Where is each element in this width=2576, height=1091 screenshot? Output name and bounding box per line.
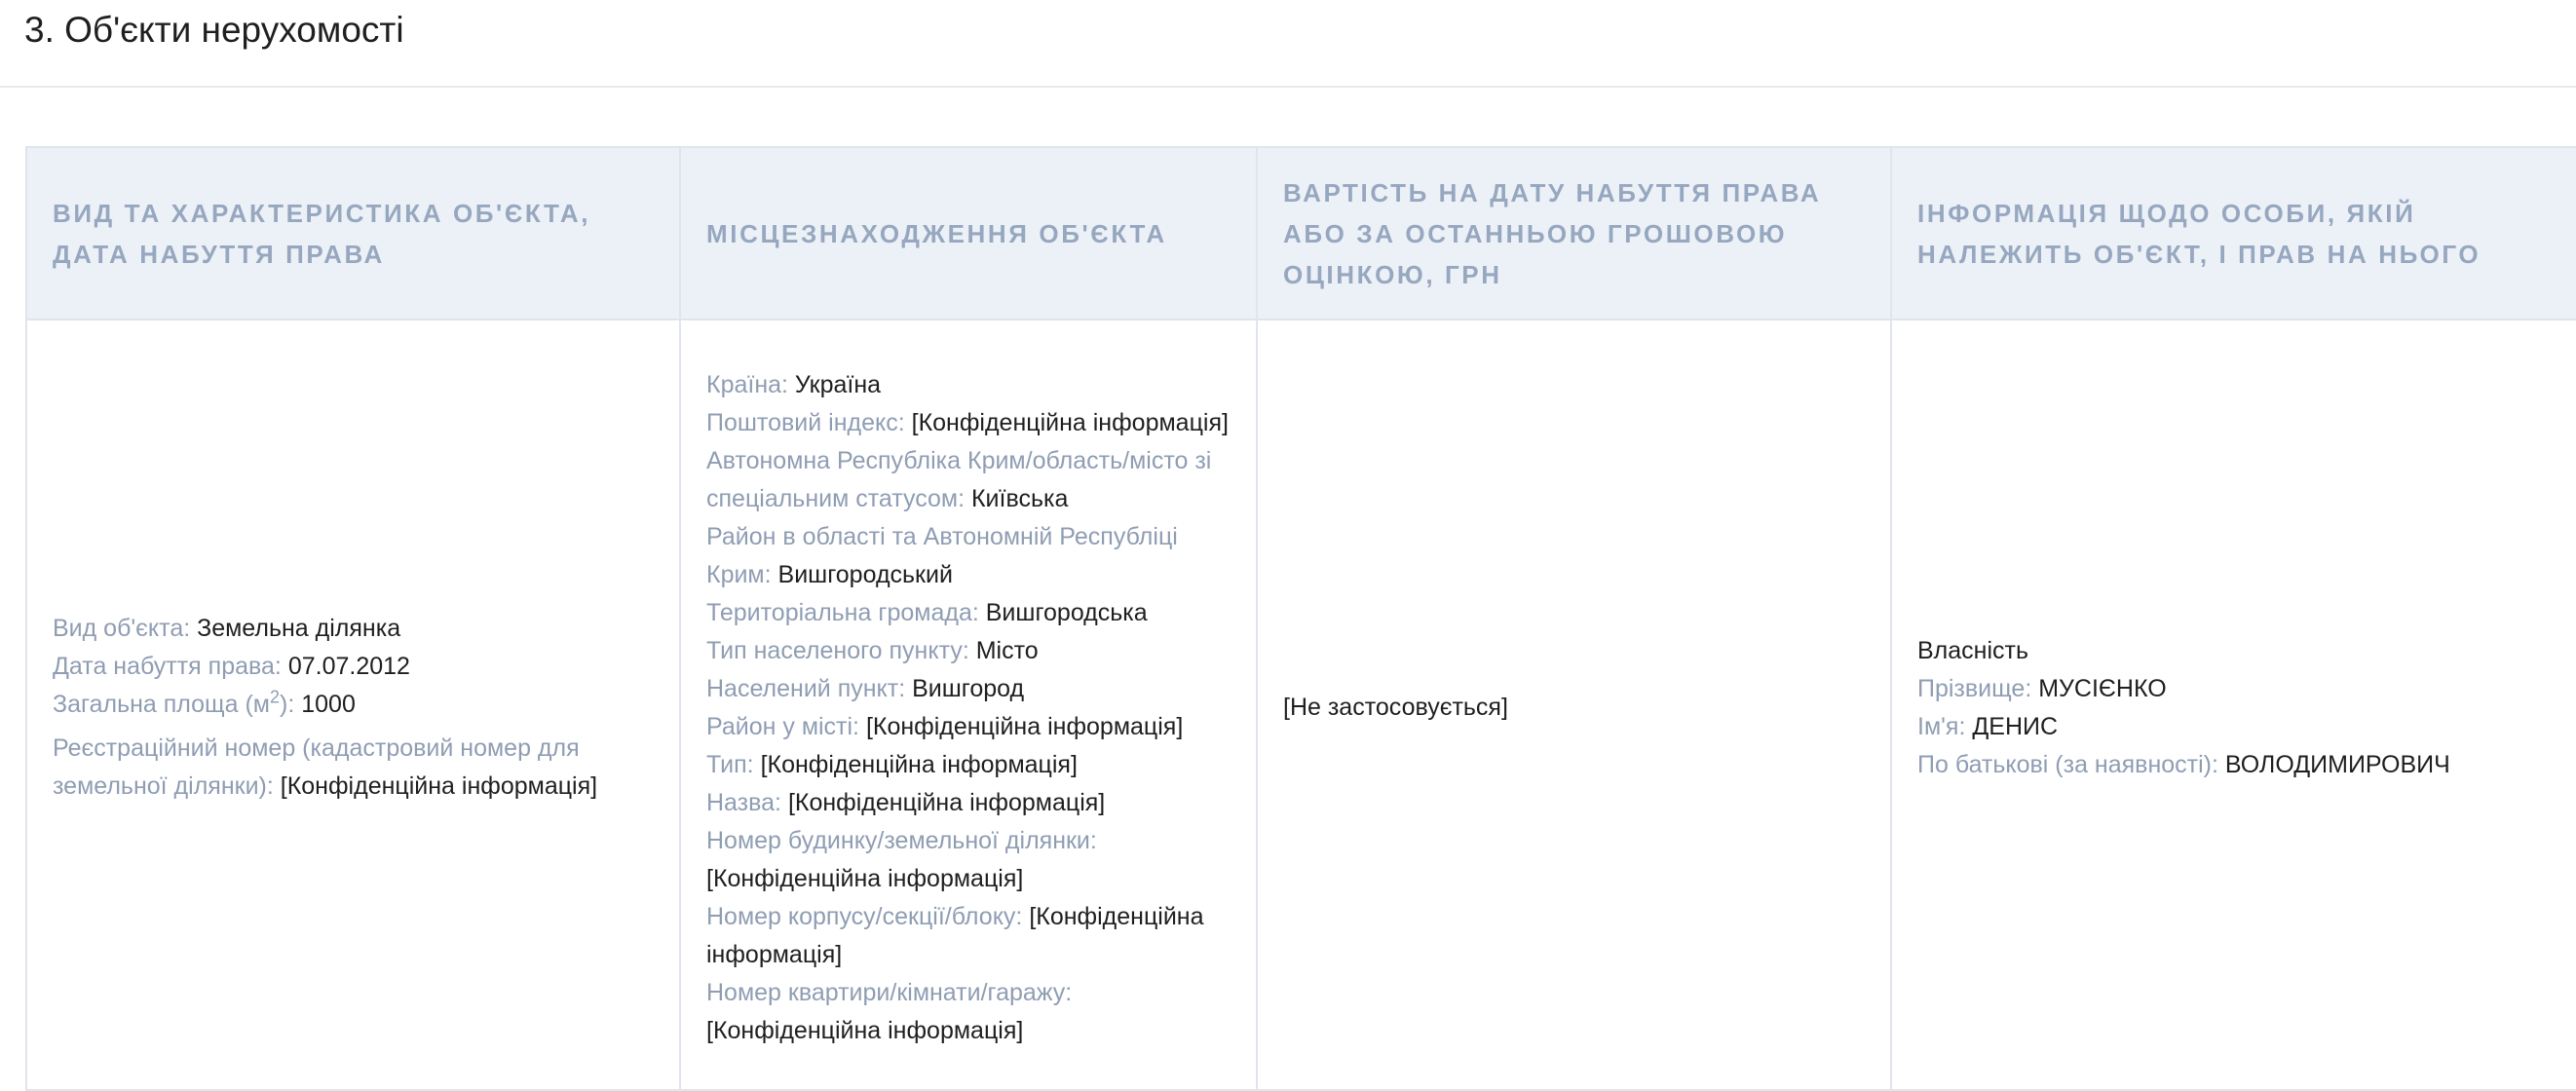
cell-location: Країна: Україна Поштовий індекс: [Конфід…: [679, 319, 1258, 1091]
owner-name: Ім'я: ДЕНИС: [1917, 712, 2059, 740]
ownership-right: Власність: [1917, 636, 2029, 664]
header-value: ВАРТІСТЬ НА ДАТУ НАБУТТЯ ПРАВА АБО ЗА ОС…: [1256, 146, 1892, 320]
location-building-number: Номер будинку/земельної ділянки: [Конфід…: [706, 826, 1097, 892]
location-block-number: Номер корпусу/секції/блоку: [Конфіденцій…: [706, 902, 1204, 968]
acquisition-date: Дата набуття права: 07.07.2012: [53, 648, 654, 686]
object-type: Вид об'єкта: Земельна ділянка: [53, 610, 654, 648]
cell-owner: Власність Прізвище: МУСІЄНКО Ім'я: ДЕНИС…: [1890, 319, 2576, 1091]
table-row: Вид об'єкта: Земельна ділянка Дата набут…: [25, 319, 2576, 1091]
owner-surname: Прізвище: МУСІЄНКО: [1917, 674, 2167, 702]
acquisition-date-value: 07.07.2012: [287, 653, 410, 680]
header-object-type: ВИД ТА ХАРАКТЕРИСТИКА ОБ'ЄКТА, ДАТА НАБУ…: [25, 146, 681, 320]
location-street-name: Назва: [Конфіденційна інформація]: [706, 788, 1106, 816]
total-area: Загальна площа (м2): 1000: [53, 686, 654, 724]
owner-patronymic: По батькові (за наявності): ВОЛОДИМИРОВИ…: [1917, 750, 2450, 778]
acquisition-date-label: Дата набуття права:: [53, 653, 288, 680]
cell-object: Вид об'єкта: Земельна ділянка Дата набут…: [25, 319, 681, 1091]
location-apartment-number: Номер квартири/кімнати/гаражу: [Конфіден…: [706, 978, 1073, 1044]
location-street-type: Тип: [Конфіденційна інформація]: [706, 750, 1078, 778]
location-city-district: Район у місті: [Конфіденційна інформація…: [706, 712, 1184, 740]
total-area-value: 1000: [301, 691, 356, 718]
value-not-applicable: [Не застосовується]: [1283, 694, 1508, 721]
total-area-label: Загальна площа (м2):: [53, 687, 302, 718]
object-type-value: Земельна ділянка: [197, 615, 401, 642]
registration-number-value: [Конфіденційна інформація]: [280, 772, 598, 800]
registration-number: Реєстраційний номер (кадастровий номер д…: [53, 730, 654, 806]
location-region: Автономна Республіка Крим/область/місто …: [706, 446, 1212, 512]
header-location: МІСЦЕЗНАХОДЖЕННЯ ОБ'ЄКТА: [679, 146, 1258, 320]
cell-value: [Не застосовується]: [1256, 319, 1892, 1091]
table-header-row: ВИД ТА ХАРАКТЕРИСТИКА ОБ'ЄКТА, ДАТА НАБУ…: [25, 146, 2576, 320]
section-divider: [0, 86, 2576, 88]
section-title: 3. Об'єкти нерухомості: [24, 10, 404, 50]
location-district: Район в області та Автономній Республіці…: [706, 522, 1178, 588]
location-postal-code: Поштовий індекс: [Конфіденційна інформац…: [706, 408, 1229, 436]
location-settlement: Населений пункт: Вишгород: [706, 674, 1025, 702]
location-country: Країна: Україна: [706, 370, 882, 398]
object-type-label: Вид об'єкта:: [53, 615, 198, 642]
location-settlement-type: Тип населеного пункту: Місто: [706, 636, 1039, 664]
location-community: Територіальна громада: Вишгородська: [706, 598, 1148, 626]
header-owner-info: ІНФОРМАЦІЯ ЩОДО ОСОБИ, ЯКІЙ НАЛЕЖИТЬ ОБ'…: [1890, 146, 2576, 320]
real-estate-table: ВИД ТА ХАРАКТЕРИСТИКА ОБ'ЄКТА, ДАТА НАБУ…: [25, 146, 2576, 1091]
